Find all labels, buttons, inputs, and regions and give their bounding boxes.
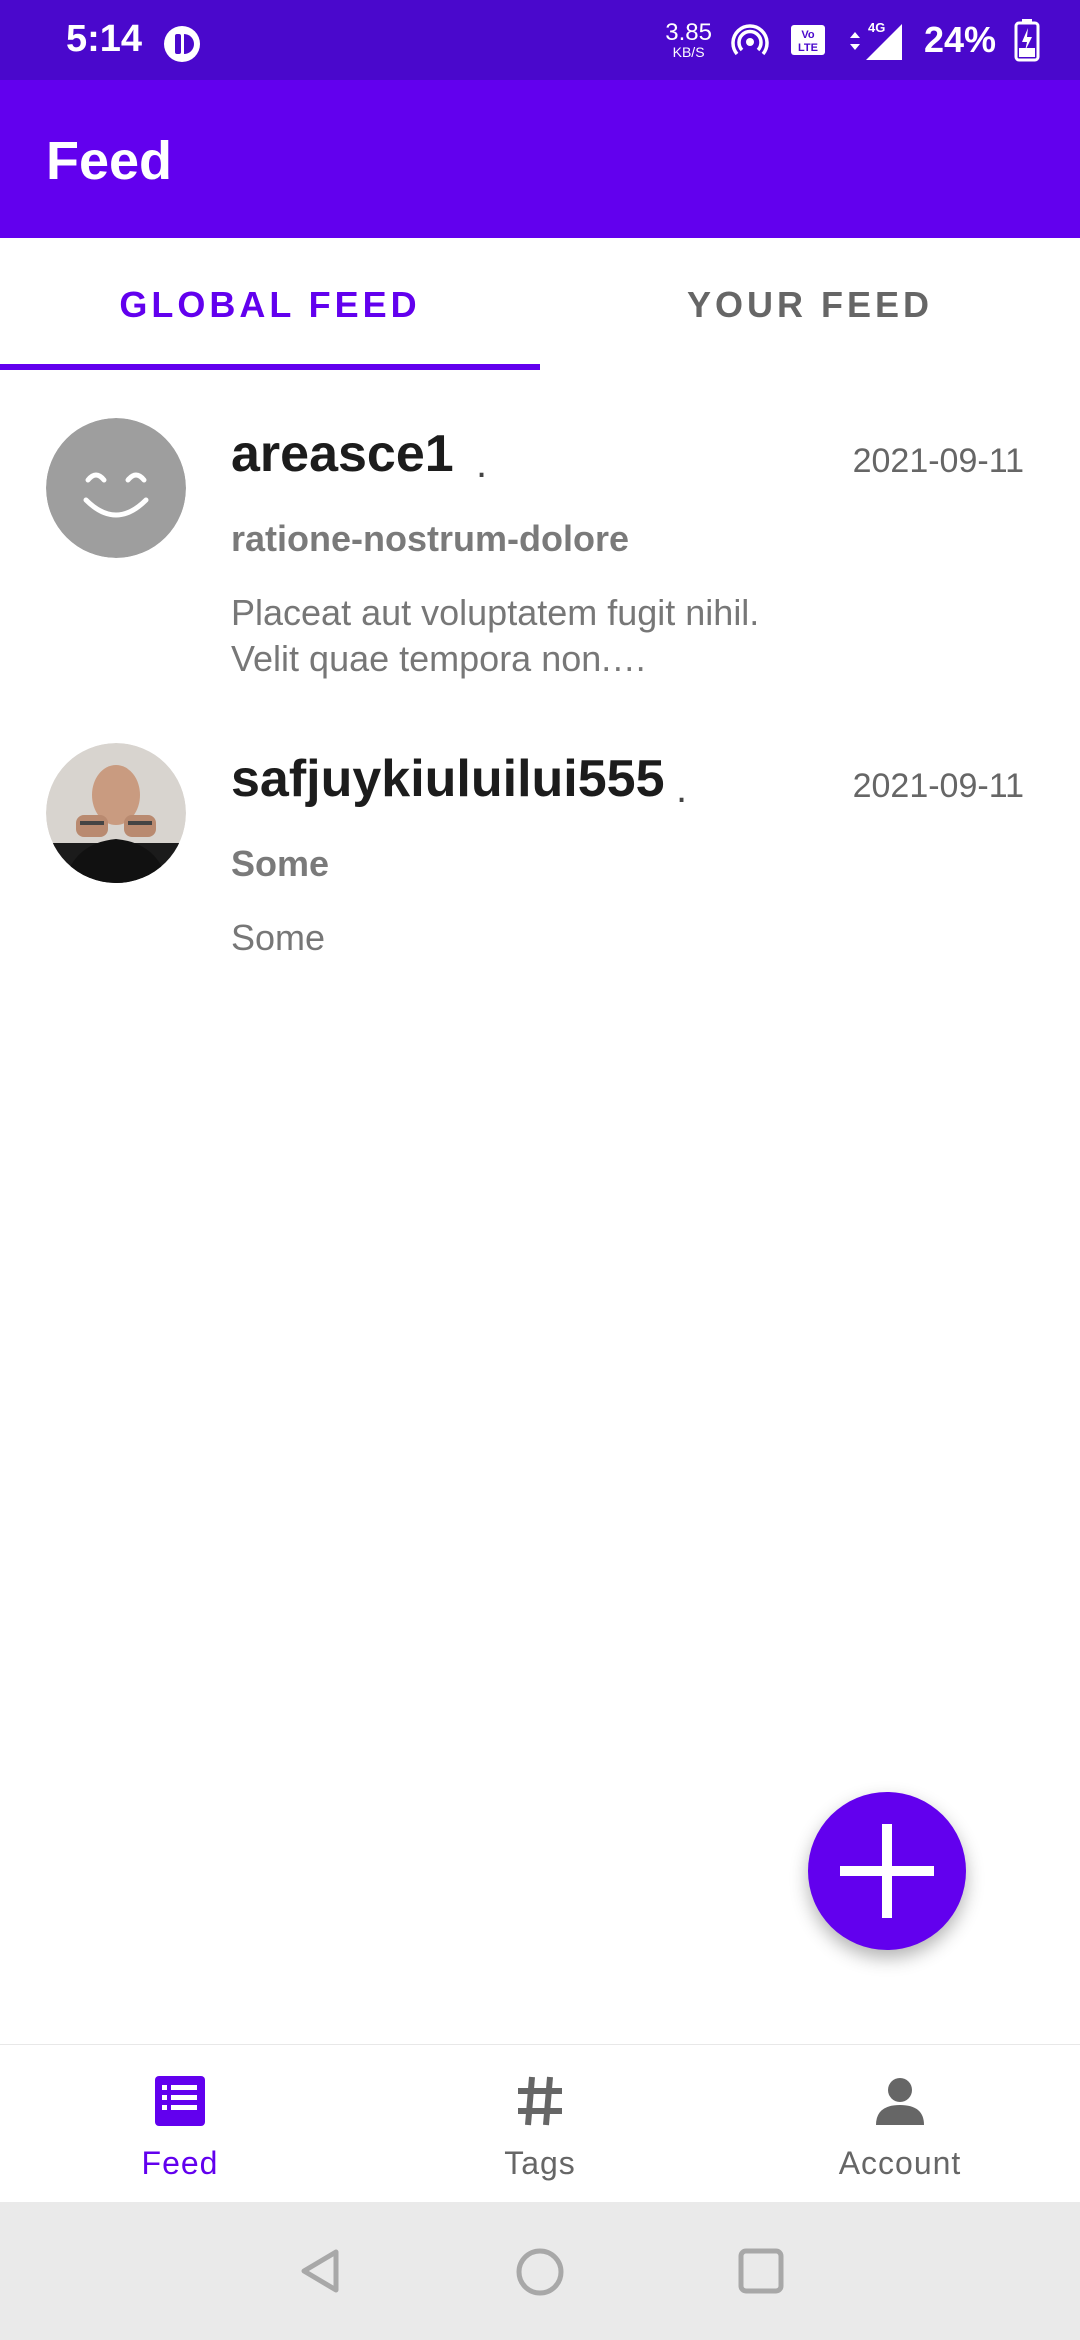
system-navigation-bar [0, 2202, 1080, 2340]
feed-icon [155, 2076, 205, 2126]
hotspot-icon [731, 24, 769, 56]
user-photo-avatar [46, 743, 186, 883]
nav-item-feed[interactable]: Feed [0, 2045, 360, 2203]
article-title: ratione-nostrum-dolore [231, 518, 630, 559]
network-speed: 3.85 KB/S [665, 19, 712, 60]
avatar[interactable] [46, 743, 186, 883]
bottom-navigation: Feed Tags Account [0, 2044, 1080, 2203]
tab-global-feed[interactable]: GLOBAL FEED [0, 238, 540, 372]
nav-item-tags[interactable]: Tags [360, 2045, 720, 2203]
nav-label-account: Account [838, 2145, 962, 2181]
network-speed-value: 3.85 [665, 19, 712, 46]
article-description: Some [231, 917, 326, 958]
nav-item-account[interactable]: Account [720, 2045, 1080, 2203]
recents-icon[interactable] [736, 2246, 786, 2296]
back-icon[interactable] [296, 2246, 346, 2296]
home-icon[interactable] [514, 2246, 566, 2298]
tab-your-feed[interactable]: YOUR FEED [540, 238, 1080, 372]
add-article-button[interactable] [808, 1792, 966, 1950]
separator-dot: . [676, 767, 688, 811]
status-icons: 3.85 KB/S Vo LTE 4G 24% [665, 14, 1040, 66]
article-description: Placeat aut voluptatem fugit nihil. Veli… [231, 592, 760, 679]
svg-text:4G: 4G [868, 20, 885, 35]
separator-dot: . [476, 442, 488, 486]
author-name[interactable]: safjuykiuluilui555 [231, 749, 665, 809]
page-title: Feed [46, 131, 173, 191]
article-date: 2021-09-11 [852, 767, 1024, 805]
app-bar: Feed [0, 80, 1080, 238]
status-bar: 5:14 3.85 KB/S Vo LTE 4G 24% [0, 0, 1080, 80]
svg-text:Vo: Vo [801, 29, 815, 41]
nav-label-feed: Feed [141, 2145, 219, 2181]
plus-icon [840, 1824, 934, 1918]
network-speed-unit: KB/S [672, 44, 705, 60]
nav-label-tags: Tags [504, 2145, 576, 2181]
avatar[interactable] [46, 418, 186, 558]
article-item[interactable]: safjuykiuluilui555 . 2021-09-11 Some Som… [0, 697, 1080, 1022]
person-icon [876, 2078, 924, 2125]
article-title: Some [231, 843, 330, 884]
smiley-avatar-icon [46, 418, 186, 558]
tab-indicator [0, 364, 540, 370]
article-item[interactable]: areasce1 . 2021-09-11 ratione-nostrum-do… [0, 372, 1080, 697]
hash-icon [518, 2076, 562, 2126]
battery-icon [1014, 19, 1040, 62]
status-time: 5:14 [66, 18, 143, 60]
svg-text:LTE: LTE [798, 42, 818, 54]
article-date: 2021-09-11 [852, 442, 1024, 480]
signal-4g-icon: 4G [849, 20, 902, 60]
volte-icon: Vo LTE [790, 25, 825, 55]
author-name[interactable]: areasce1 [231, 424, 454, 484]
app-notification-icon [164, 26, 200, 62]
battery-percentage: 24% [923, 19, 996, 60]
feed-tabs: GLOBAL FEED YOUR FEED [0, 238, 1080, 372]
article-item[interactable] [0, 1022, 1080, 1302]
